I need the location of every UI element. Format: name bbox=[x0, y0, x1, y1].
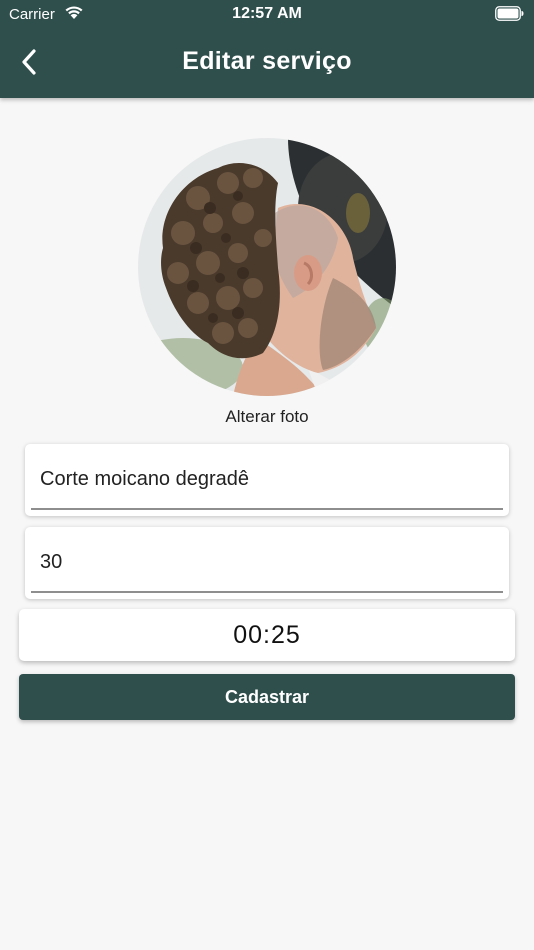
service-photo[interactable] bbox=[138, 138, 396, 396]
duration-picker[interactable]: 00:25 bbox=[19, 609, 515, 661]
service-price-card bbox=[25, 527, 509, 599]
app-header: Carrier 12:57 AM Editar serviço bbox=[0, 0, 534, 98]
edit-service-screen: Carrier 12:57 AM Editar serviço Alterar … bbox=[0, 0, 534, 950]
battery-icon bbox=[495, 6, 524, 21]
page-title: Editar serviço bbox=[182, 47, 352, 75]
status-time: 12:57 AM bbox=[232, 5, 302, 22]
change-photo-link[interactable]: Alterar foto bbox=[0, 407, 534, 427]
service-name-card bbox=[25, 444, 509, 516]
service-price-input[interactable] bbox=[31, 533, 503, 593]
service-name-input[interactable] bbox=[31, 450, 503, 510]
register-button[interactable]: Cadastrar bbox=[19, 674, 515, 720]
status-bar: Carrier 12:57 AM bbox=[0, 0, 534, 30]
